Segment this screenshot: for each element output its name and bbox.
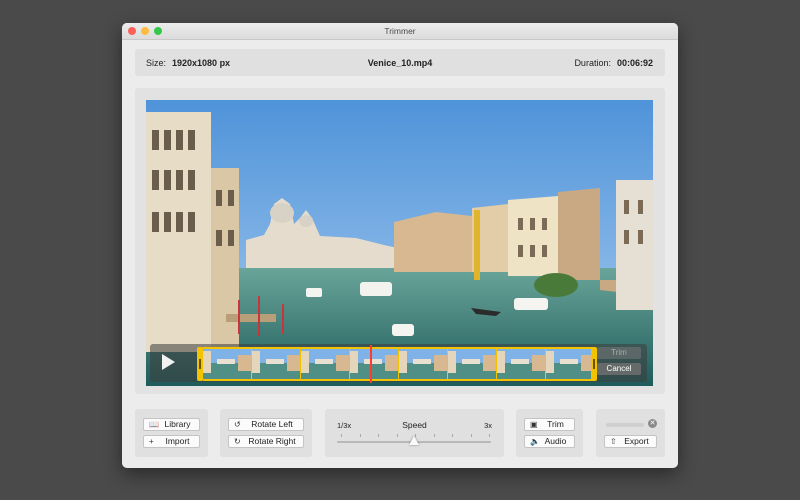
traffic-lights: [128, 27, 162, 35]
speed-tick: [359, 434, 361, 437]
info-bar: Size: 1920x1080 px Venice_10.mp4 Duration…: [135, 49, 665, 76]
rotate-right-label: Rotate Right: [248, 436, 296, 446]
audio-button[interactable]: 🔈 Audio: [524, 435, 575, 448]
export-progress-bar: [606, 423, 644, 427]
rotate-panel: ↺ Rotate Left ↻ Rotate Right: [220, 409, 312, 457]
timeline-strip[interactable]: [201, 347, 597, 381]
export-panel: ✕ ⇧ Export: [596, 409, 665, 457]
trim-label: Trim: [547, 419, 564, 429]
close-circle-icon[interactable]: ✕: [648, 419, 657, 428]
trim-bar: Trim Cancel: [150, 344, 647, 383]
play-icon[interactable]: [162, 354, 175, 370]
close-window-button[interactable]: [128, 27, 136, 35]
import-label: Import: [165, 436, 190, 446]
video-stage: Trim Cancel: [135, 88, 665, 394]
trim-icon: ▣: [530, 420, 538, 429]
video-preview[interactable]: Trim Cancel: [146, 100, 653, 386]
zoom-window-button[interactable]: [154, 27, 162, 35]
library-panel: 📖 Library + Import: [135, 409, 208, 457]
speed-slider-thumb[interactable]: [409, 436, 419, 445]
trim-button[interactable]: ▣ Trim: [524, 418, 575, 431]
speed-tick: [489, 434, 490, 437]
speed-tick: [452, 434, 453, 437]
speed-tick: [341, 434, 342, 437]
audio-label: Audio: [544, 436, 567, 446]
title-bar: Trimmer: [122, 23, 678, 40]
speed-tick: [378, 434, 379, 437]
trim-audio-panel: ▣ Trim 🔈 Audio: [516, 409, 583, 457]
rotate-left-button[interactable]: ↺ Rotate Left: [228, 418, 304, 431]
speed-tick: [433, 434, 435, 437]
rotate-left-label: Rotate Left: [251, 419, 293, 429]
library-button[interactable]: 📖 Library: [143, 418, 200, 431]
share-icon: ⇧: [610, 437, 617, 446]
trim-start-handle[interactable]: [197, 347, 203, 381]
speed-panel: 1/3x Speed 3x: [325, 409, 504, 457]
plus-icon: +: [149, 437, 154, 446]
trim-actions: Trim Cancel: [597, 347, 641, 379]
export-label: Export: [624, 436, 649, 446]
book-icon: 📖: [149, 420, 159, 429]
speed-tick: [396, 434, 398, 437]
duration-value: 00:06:92: [616, 58, 653, 68]
trim-confirm-button[interactable]: Trim: [597, 347, 641, 359]
playhead[interactable]: [370, 345, 372, 383]
library-label: Library: [164, 419, 191, 429]
timeline-thumbnails: [203, 349, 595, 379]
rotate-left-icon: ↺: [234, 420, 241, 429]
window-title: Trimmer: [384, 26, 416, 36]
trimmer-window: Trimmer Size: 1920x1080 px Venice_10.mp4 …: [122, 23, 678, 468]
import-button[interactable]: + Import: [143, 435, 200, 448]
duration-info: Duration: 00:06:92: [574, 58, 653, 68]
speed-tick: [470, 434, 472, 437]
speaker-icon: 🔈: [530, 437, 540, 446]
export-button[interactable]: ⇧ Export: [604, 435, 657, 448]
rotate-right-button[interactable]: ↻ Rotate Right: [228, 435, 304, 448]
trim-cancel-button[interactable]: Cancel: [597, 363, 641, 375]
duration-label: Duration:: [574, 58, 611, 68]
minimize-window-button[interactable]: [141, 27, 149, 35]
rotate-right-icon: ↻: [234, 437, 241, 446]
speed-label: Speed: [402, 420, 427, 430]
speed-max-label: 3x: [484, 421, 492, 430]
